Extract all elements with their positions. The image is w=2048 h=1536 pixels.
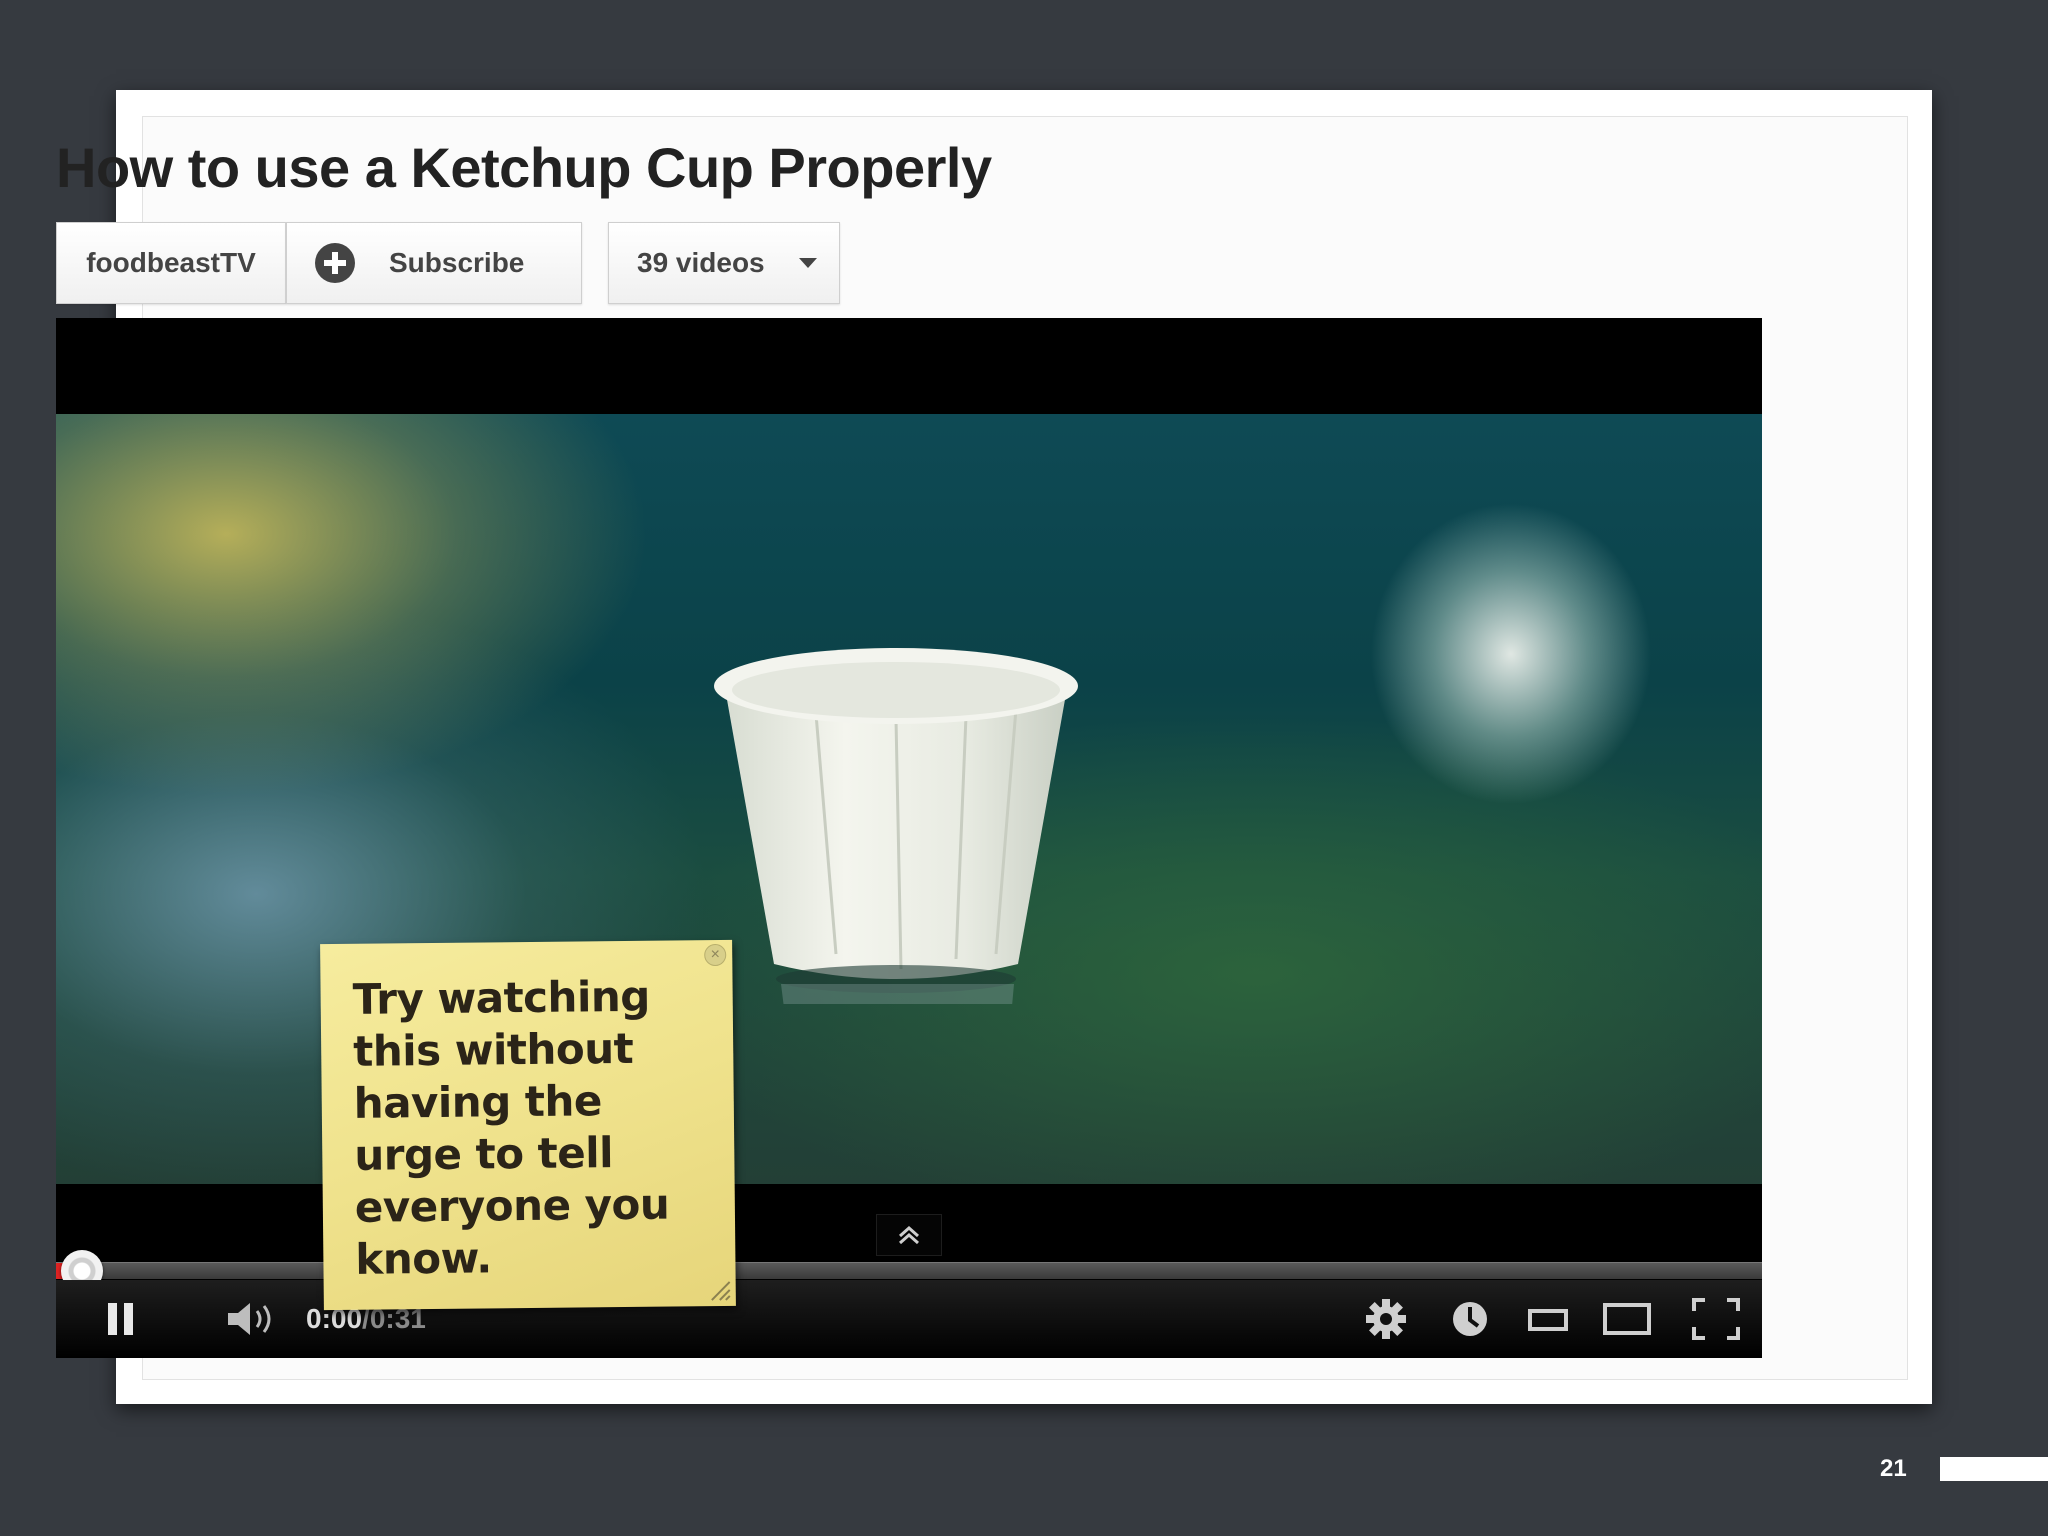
caret-down-icon	[798, 258, 817, 268]
progress-bar[interactable]	[56, 1262, 1762, 1279]
video-player[interactable]: 0:00 / 0:31	[56, 318, 1762, 1358]
page-number: 21	[1880, 1455, 1907, 1482]
video-frame[interactable]	[56, 414, 1762, 1184]
fullscreen-button[interactable]	[1686, 1280, 1746, 1358]
page-progress-bar	[1940, 1457, 2048, 1481]
large-player-icon	[1603, 1303, 1651, 1335]
gear-icon	[1366, 1299, 1406, 1339]
clock-icon	[1453, 1302, 1487, 1336]
expand-controls-button[interactable]	[876, 1214, 942, 1256]
resize-grip-icon[interactable]	[706, 1276, 732, 1302]
video-title: How to use a Ketchup Cup Properly	[56, 136, 992, 199]
small-player-icon	[1528, 1309, 1568, 1331]
paper-cup-image	[714, 648, 1078, 1004]
watch-later-button[interactable]	[1440, 1280, 1500, 1358]
settings-button[interactable]	[1356, 1280, 1416, 1358]
sticky-note-text: Try watching this without having the urg…	[352, 971, 670, 1284]
sticky-note[interactable]: × Try watching this without having the u…	[320, 939, 736, 1311]
volume-icon	[228, 1303, 271, 1335]
letterbox-top	[56, 318, 1762, 414]
videos-count-label: 39 videos	[637, 247, 765, 278]
large-player-button[interactable]	[1592, 1280, 1662, 1358]
close-icon[interactable]: ×	[704, 943, 727, 967]
small-player-button[interactable]	[1518, 1280, 1578, 1358]
chevron-up-icon	[899, 1225, 919, 1245]
volume-button[interactable]	[216, 1280, 286, 1358]
play-pause-button[interactable]	[86, 1280, 156, 1358]
channel-name: foodbeastTV	[86, 247, 256, 278]
control-bar: 0:00 / 0:31	[56, 1280, 1762, 1358]
videos-dropdown-button[interactable]: 39 videos	[608, 222, 840, 304]
fullscreen-icon	[1692, 1298, 1740, 1340]
plus-icon	[315, 243, 355, 283]
subscribe-label: Subscribe	[389, 247, 525, 278]
subscribe-button[interactable]: Subscribe	[286, 222, 582, 304]
channel-button[interactable]: foodbeastTV	[56, 222, 286, 304]
pause-icon	[108, 1303, 133, 1335]
